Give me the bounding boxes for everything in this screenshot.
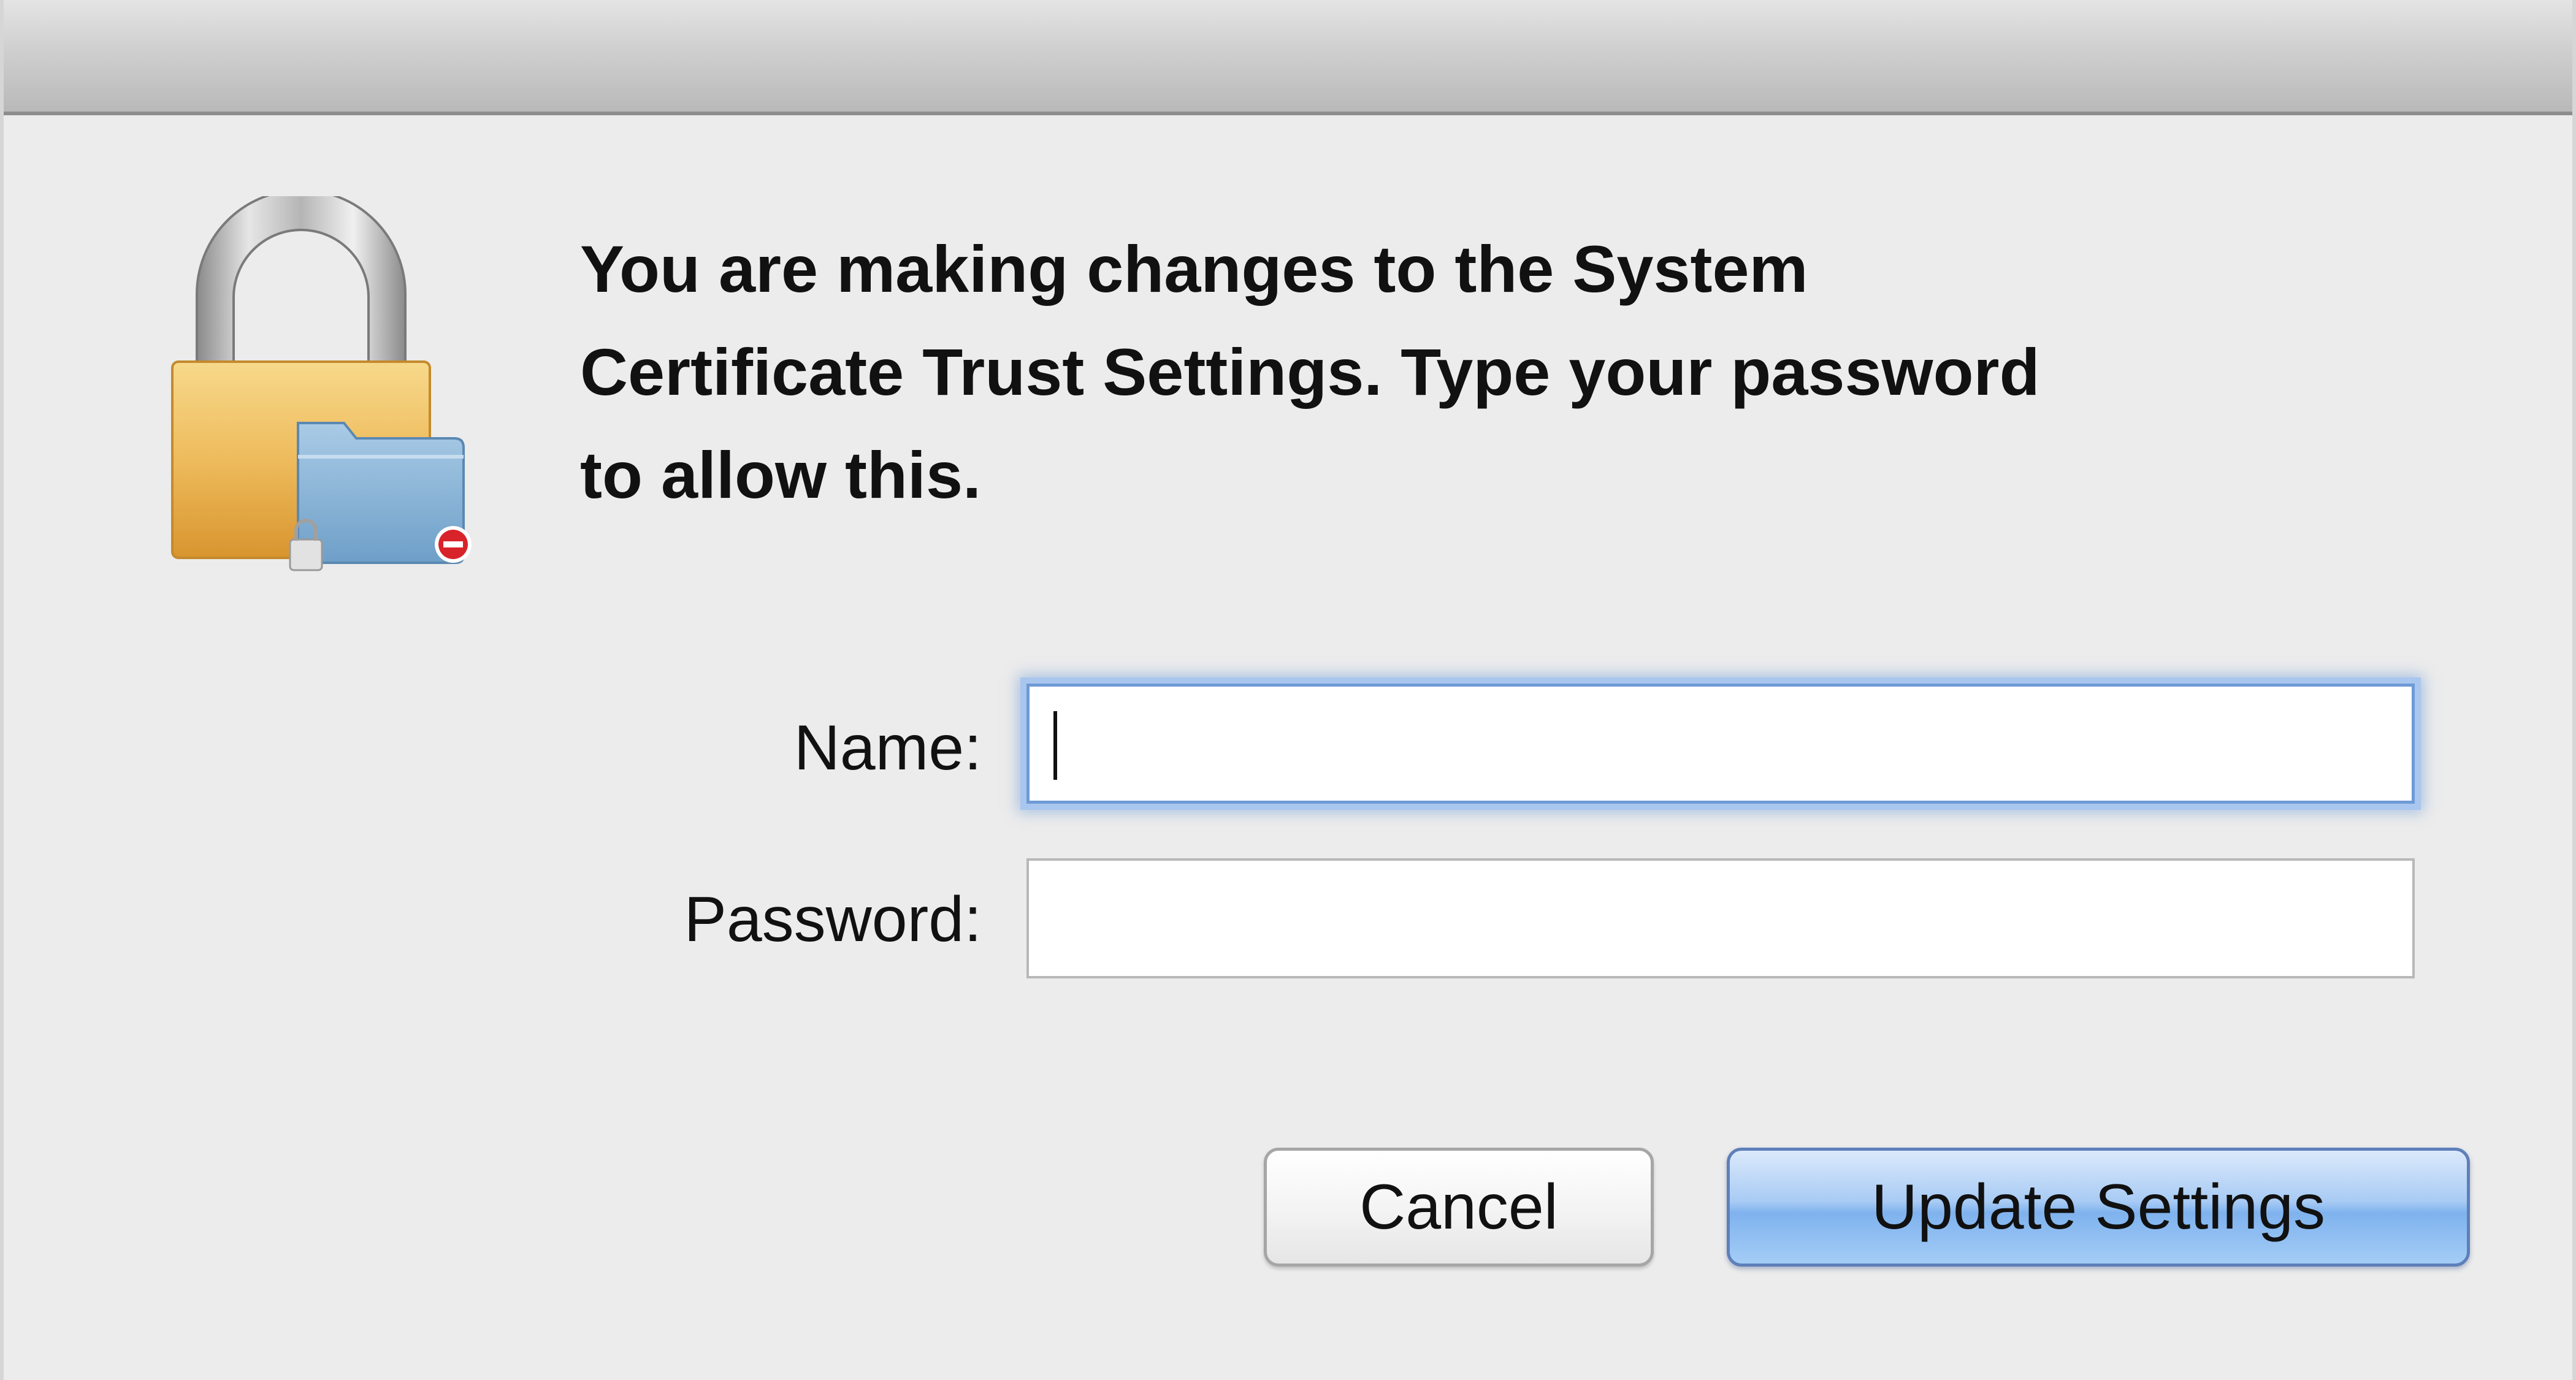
text-caret	[1053, 711, 1057, 780]
name-field[interactable]	[1026, 684, 2415, 804]
name-label: Name:	[793, 712, 982, 783]
lock-folder-icon	[160, 189, 503, 576]
cancel-button[interactable]: Cancel	[1264, 1148, 1654, 1267]
authentication-dialog: You are making changes to the System Cer…	[0, 0, 2576, 1380]
title-bar[interactable]	[4, 0, 2572, 115]
dialog-message: You are making changes to the System Cer…	[580, 232, 2040, 512]
update-settings-button[interactable]: Update Settings	[1727, 1148, 2470, 1267]
lock-folder-icon-graphic	[171, 189, 472, 571]
password-field[interactable]	[1026, 858, 2415, 978]
password-label: Password:	[684, 884, 982, 955]
